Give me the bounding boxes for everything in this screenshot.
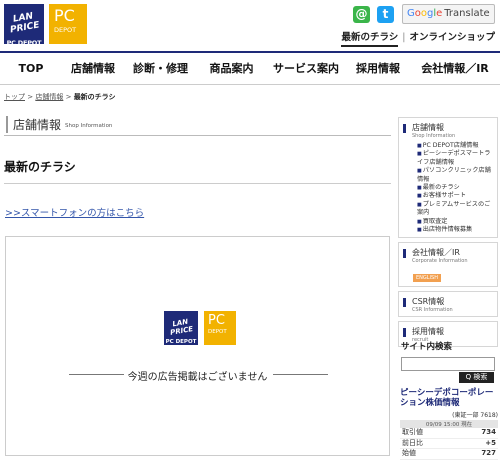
- nav-products[interactable]: 商品案内: [197, 53, 266, 84]
- sidebar-store-subtitle: Shop Information: [412, 133, 456, 139]
- sidebar-csr-box: CSR情報 CSR Information: [398, 291, 498, 318]
- breadcrumb-home[interactable]: トップ: [4, 93, 25, 101]
- english-badge[interactable]: ENGLISH: [413, 274, 441, 283]
- stock-widget: ピーシーデポコーポレーション株価情報 (東証一部 7618) 09/09 15:…: [400, 388, 498, 460]
- sidebar-recruit-title[interactable]: 採用情報: [404, 326, 494, 337]
- stock-label: 前日比: [402, 438, 423, 447]
- sidebar-bullet: [403, 328, 406, 338]
- page-title: 最新のチラシ: [4, 158, 391, 184]
- sidebar-store-title[interactable]: 店舗情報: [404, 122, 494, 133]
- sidebar-item-clinic[interactable]: パソコンクリニック店舗情報: [417, 167, 494, 184]
- breadcrumb-sep: >: [65, 93, 72, 101]
- sidebar-csr-title[interactable]: CSR情報: [404, 296, 494, 307]
- logo-main-bottom: PC DEPOT: [6, 39, 42, 47]
- sidebar-ir-box: 会社情報／IR Corporate Information ENGLISH: [398, 242, 498, 288]
- mail-icon[interactable]: @: [353, 6, 370, 23]
- sidebar-ir-subtitle: Corporate Information: [412, 258, 468, 265]
- flyer-panel: LAN PRICE PC DEPOT PC DEPOT 今週の広告掲載はございま…: [5, 236, 390, 456]
- flyer-logo-main: LAN PRICE PC DEPOT: [164, 311, 198, 345]
- stock-label: 取引値: [402, 428, 423, 436]
- search-button[interactable]: Q 検索: [459, 372, 494, 383]
- twitter-icon[interactable]: t: [377, 6, 394, 23]
- top-link-online-shop[interactable]: オンラインショップ: [409, 32, 495, 43]
- top-link-separator: |: [402, 32, 406, 43]
- pc-depot-logo[interactable]: LAN PRICE PC DEPOT: [4, 4, 44, 47]
- nav-store-info[interactable]: 店舗情報: [62, 53, 124, 84]
- top-link-latest-flyer[interactable]: 最新のチラシ: [341, 32, 399, 47]
- stock-title: ピーシーデポコーポレーション株価情報: [400, 388, 494, 408]
- sidebar-bullet: [403, 249, 406, 259]
- flyer-logo-main-bottom: PC DEPOT: [165, 339, 197, 345]
- flyer-logo-sub-top: PC: [208, 313, 225, 328]
- breadcrumb-store[interactable]: 店舗情報: [35, 93, 63, 101]
- flyer-logo-main-top: LAN PRICE: [169, 317, 194, 337]
- breadcrumb: トップ > 店舗情報 > 最新のチラシ: [4, 92, 116, 102]
- stock-row: 取引値 734: [400, 428, 498, 439]
- section-subtitle: Shop Information: [65, 123, 113, 129]
- logo-sub-bottom: DEPOT: [54, 26, 77, 34]
- stock-date: 09/09 15:00 現在: [400, 420, 498, 428]
- stock-row: 前日比 +5: [400, 438, 498, 449]
- stock-value: 727: [481, 449, 496, 457]
- translate-label: Translate: [444, 8, 490, 19]
- nav-recruit[interactable]: 採用情報: [346, 53, 410, 84]
- sidebar-item-support[interactable]: お客様サポート: [417, 192, 494, 200]
- google-e: e: [436, 8, 443, 19]
- nav-services[interactable]: サービス案内: [266, 53, 346, 84]
- global-nav: TOP 店舗情報 診断・修理 商品案内 サービス案内 採用情報 会社情報／IR: [0, 51, 500, 85]
- divider-right: [273, 374, 328, 375]
- section-bar: [6, 116, 8, 133]
- sidebar-store-box: 店舗情報 Shop Information PC DEPOT店舗情報 ピーシーデ…: [398, 117, 498, 239]
- top-links: 最新のチラシ | オンラインショップ: [341, 29, 495, 47]
- google-translate-button[interactable]: Google Translate: [402, 4, 495, 24]
- search-input[interactable]: [401, 357, 495, 371]
- sidebar-item-property[interactable]: 出店物件情報募集: [417, 226, 494, 234]
- site-search: サイト内検索 Q 検索: [401, 340, 497, 383]
- search-label: サイト内検索: [401, 342, 453, 352]
- sidebar-csr-subtitle: CSR Information: [412, 307, 453, 314]
- stock-label: 始値: [402, 449, 416, 457]
- sidebar-bullet: [403, 124, 406, 133]
- sidebar-ir-title[interactable]: 会社情報／IR: [404, 247, 494, 258]
- sidebar-item-premium[interactable]: プレミアムサービスのご案内: [417, 201, 494, 218]
- sidebar-item-buyback[interactable]: 買取査定: [417, 218, 494, 226]
- google-g: G: [407, 8, 415, 19]
- section-header: 店舗情報 Shop Information: [4, 114, 391, 136]
- smartphone-link[interactable]: >>スマートフォンの方はこちら: [5, 205, 144, 219]
- stock-value: +5: [485, 438, 496, 447]
- stock-value: 734: [481, 428, 496, 436]
- stock-row: 始値 727: [400, 449, 498, 460]
- section-title: 店舗情報: [13, 118, 62, 132]
- breadcrumb-sep: >: [27, 93, 34, 101]
- nav-diagnosis-repair[interactable]: 診断・修理: [124, 53, 197, 84]
- logo-sub-top: PC: [54, 6, 75, 25]
- breadcrumb-current: 最新のチラシ: [73, 93, 116, 101]
- flyer-logo-sub: PC DEPOT: [204, 311, 236, 345]
- flyer-logo-sub-bottom: DEPOT: [208, 329, 227, 335]
- sidebar-store-list: PC DEPOT店舗情報 ピーシーデポスマートライフ店舗情報 パソコンクリニック…: [404, 142, 494, 234]
- nav-company-ir[interactable]: 会社情報／IR: [410, 53, 500, 84]
- sidebar-bullet: [403, 298, 406, 308]
- pc-depot-sub-logo[interactable]: PC DEPOT: [49, 4, 87, 44]
- sidebar-item-smartlife[interactable]: ピーシーデポスマートライフ店舗情報: [417, 150, 494, 167]
- stock-code: (東証一部 7618): [452, 412, 498, 419]
- no-ad-message: 今週の広告掲載はございません: [127, 372, 268, 383]
- nav-top[interactable]: TOP: [0, 53, 62, 84]
- sidebar: 店舗情報 Shop Information PC DEPOT店舗情報 ピーシーデ…: [398, 117, 498, 351]
- logo-main-top: LAN PRICE: [9, 11, 41, 36]
